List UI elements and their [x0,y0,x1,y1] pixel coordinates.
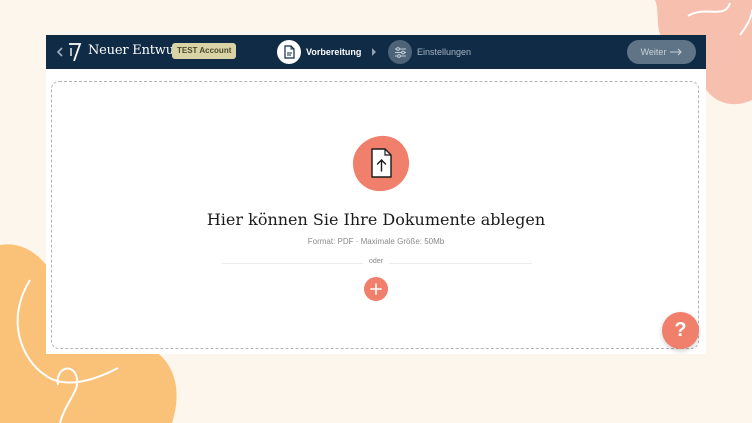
draft-title[interactable]: Neuer Entwurf [88,43,185,58]
step-label: Einstellungen [417,47,472,57]
step-einstellungen[interactable]: Einstellungen [388,40,471,64]
divider-or: oder [52,258,700,265]
chevron-left-icon[interactable] [56,46,64,58]
step-label: Vorbereitung [306,47,362,57]
step-icon-circle [388,40,412,64]
file-dropzone[interactable]: Hier können Sie Ihre Dokumente ablegen F… [51,81,699,349]
upload-document-icon [352,135,410,192]
help-button[interactable]: ? [662,312,699,349]
step-vorbereitung[interactable]: Vorbereitung [277,40,361,64]
add-file-button[interactable] [364,277,388,301]
document-icon [284,45,295,59]
divider-or-label: oder [362,258,389,265]
test-account-badge: TEST Account [172,43,237,59]
app-window: Neuer Entwurf TEST Account Vorbereitung [46,35,706,354]
next-button[interactable]: Weiter [627,40,696,64]
arrow-right-icon [670,48,683,56]
sliders-icon [394,46,406,58]
plus-icon [370,283,382,295]
chevron-right-icon [372,48,376,56]
next-button-label: Weiter [640,47,667,57]
help-label: ? [674,319,687,341]
top-navigation-bar: Neuer Entwurf TEST Account Vorbereitung [46,35,706,69]
step-icon-circle [277,40,301,64]
dropzone-title: Hier können Sie Ihre Dokumente ablegen [206,210,546,229]
dropzone-format-hint: Format: PDF · Maximale Größe: 50Mb [307,237,445,246]
logo-icon [69,43,82,62]
